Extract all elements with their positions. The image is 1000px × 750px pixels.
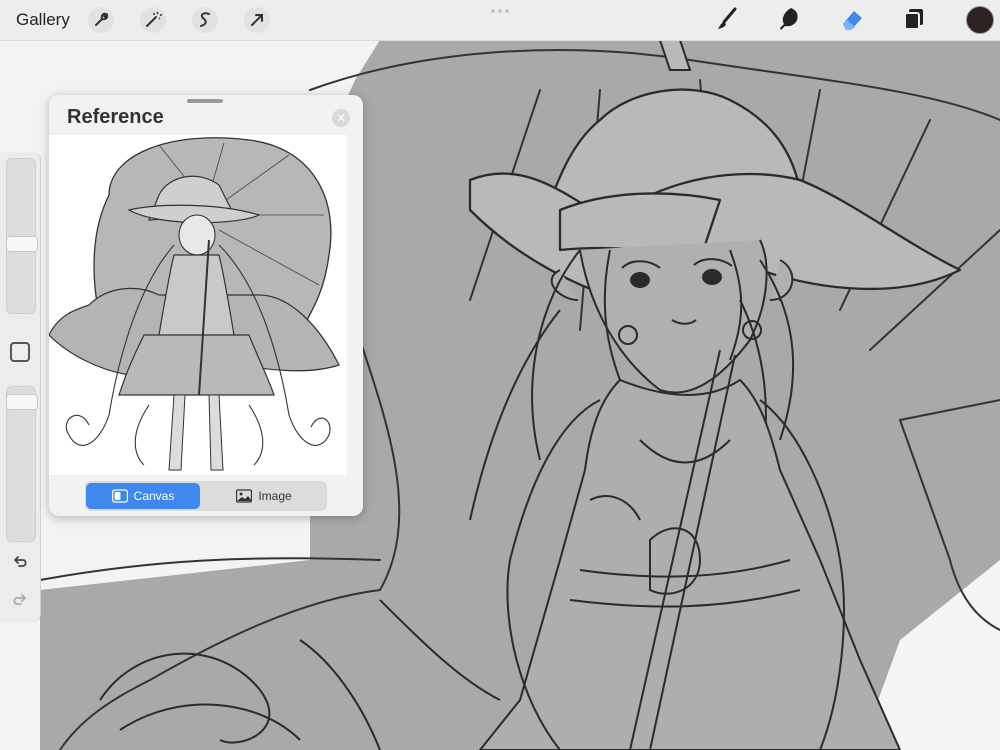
layers-icon[interactable] [899,4,929,34]
tab-image-label: Image [258,489,292,503]
reference-source-toggle: Canvas Image [85,481,327,511]
selection-icon[interactable] [191,6,219,34]
tab-image[interactable]: Image [203,483,325,509]
wrench-icon[interactable] [87,6,115,34]
reference-panel: Reference ✕ Canvas Image [49,95,363,516]
transform-arrow-icon[interactable] [243,6,271,34]
canvas-icon [111,489,128,503]
smudge-icon[interactable] [775,4,805,34]
more-dots-icon[interactable] [490,8,510,14]
top-toolbar: Gallery [0,0,1000,41]
tab-canvas-label: Canvas [133,489,175,503]
opacity-slider[interactable] [6,386,38,542]
eraser-icon[interactable] [837,4,867,34]
brush-size-knob[interactable] [6,236,38,252]
opacity-knob[interactable] [6,394,38,410]
brush-size-slider[interactable] [6,158,38,314]
undo-icon[interactable] [10,552,30,572]
left-sidebar [0,152,41,622]
color-picker-button[interactable] [966,6,994,34]
reference-preview [49,135,347,475]
panel-drag-handle[interactable] [187,99,223,103]
panel-title: Reference [67,106,164,128]
gallery-button[interactable]: Gallery [16,10,70,30]
close-icon[interactable]: ✕ [332,109,350,127]
image-icon [236,489,253,503]
redo-icon[interactable] [10,590,30,610]
magic-wand-icon[interactable] [139,6,167,34]
modify-button[interactable] [10,342,30,362]
tab-canvas[interactable]: Canvas [86,483,200,509]
brush-icon[interactable] [713,4,743,34]
